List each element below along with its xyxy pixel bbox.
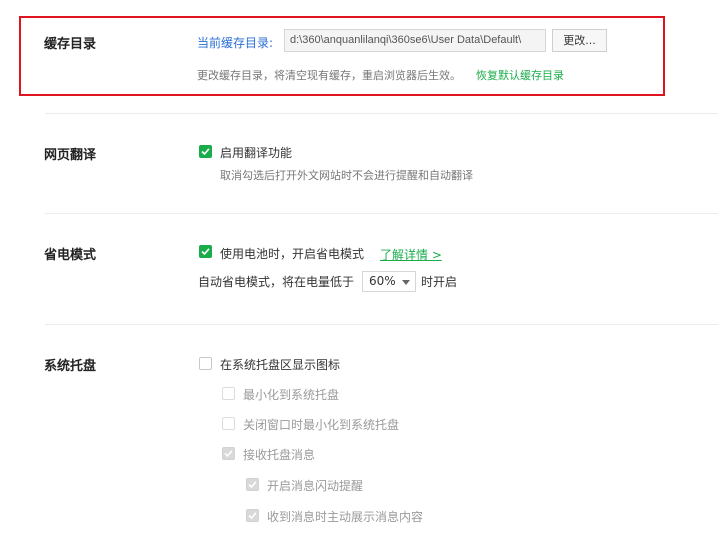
close-to-tray-label: 关闭窗口时最小化到系统托盘 (243, 418, 400, 432)
check-icon (201, 148, 210, 156)
cache-section-title: 缓存目录 (44, 37, 97, 52)
current-cache-label: 当前缓存目录: (197, 36, 274, 50)
highlight-frame (19, 16, 665, 96)
cache-path-field[interactable]: d:\360\anquanlilanqi\360se6\User Data\De… (284, 29, 546, 52)
flash-reminder-checkbox[interactable] (246, 478, 259, 491)
minimize-to-tray-label: 最小化到系统托盘 (243, 388, 340, 402)
battery-saver-checkbox[interactable] (199, 245, 212, 258)
flash-reminder-label: 开启消息闪动提醒 (267, 479, 364, 493)
cache-hint: 更改缓存目录，将清空现有缓存，重启浏览器后生效。 (197, 69, 461, 82)
auto-saver-suffix: 时开启 (421, 275, 458, 289)
translate-hint: 取消勾选后打开外文网站时不会进行提醒和自动翻译 (220, 169, 473, 182)
auto-saver-prefix: 自动省电模式，将在电量低于 (198, 275, 355, 289)
enable-translate-label: 启用翻译功能 (220, 146, 293, 160)
check-icon (248, 512, 257, 520)
show-message-content-label: 收到消息时主动展示消息内容 (267, 510, 424, 524)
show-tray-icon-checkbox[interactable] (199, 357, 212, 370)
minimize-to-tray-checkbox[interactable] (222, 387, 235, 400)
show-tray-icon-label: 在系统托盘区显示图标 (220, 358, 341, 372)
battery-threshold-select[interactable]: 60% (362, 271, 416, 292)
check-icon (201, 248, 210, 256)
chevron-down-icon (402, 280, 410, 285)
change-cache-button[interactable]: 更改... (552, 29, 607, 52)
close-to-tray-checkbox[interactable] (222, 417, 235, 430)
restore-default-cache-link[interactable]: 恢复默认缓存目录 (476, 67, 564, 83)
section-divider (45, 113, 718, 114)
show-message-content-checkbox[interactable] (246, 509, 259, 522)
check-icon (224, 450, 233, 458)
learn-more-link[interactable]: 了解详情 > (380, 246, 442, 263)
battery-threshold-value: 60% (369, 274, 396, 288)
check-icon (248, 481, 257, 489)
section-divider (45, 324, 718, 325)
enable-translate-checkbox[interactable] (199, 145, 212, 158)
receive-tray-messages-label: 接收托盘消息 (243, 448, 316, 462)
battery-saver-label: 使用电池时，开启省电模式 (220, 247, 365, 261)
power-section-title: 省电模式 (44, 248, 97, 263)
translate-section-title: 网页翻译 (44, 148, 97, 163)
receive-tray-messages-checkbox[interactable] (222, 447, 235, 460)
section-divider (45, 213, 718, 214)
tray-section-title: 系统托盘 (44, 359, 97, 374)
